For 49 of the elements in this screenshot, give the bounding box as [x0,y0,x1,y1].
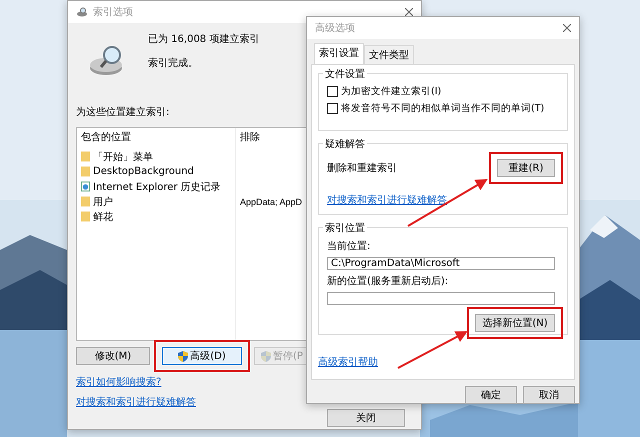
location-cell-text: 用户 [93,196,113,208]
checkbox-label: 为加密文件建立索引(I) [341,85,442,98]
rebuild-text: 删除和重建索引 [327,162,397,175]
group-title: 疑难解答 [323,137,367,151]
rebuild-button[interactable]: 重建(R) [497,159,555,177]
shield-icon [178,350,188,362]
location-cell-text: 「开始」菜单 [93,150,153,164]
help-link[interactable]: 索引如何影响搜索? [76,375,162,389]
folder-icon [81,151,90,162]
location-cell-text: 鲜花 [93,210,113,224]
dialog-button[interactable]: 确定 [465,386,517,404]
close-icon[interactable] [405,8,413,16]
folder-icon [81,211,90,222]
magnifier-drive-icon [76,7,88,17]
dialog-button[interactable]: 取消 [523,386,575,404]
new-location-field[interactable] [327,292,555,305]
location-cell: DesktopBackground [93,166,194,177]
help-link[interactable]: 高级索引帮助 [318,355,378,369]
locations-label: 为这些位置建立索引: [76,106,170,119]
close-icon[interactable] [563,24,571,32]
column-header: 排除 [240,130,260,144]
tab[interactable]: 索引设置 [314,43,364,64]
checkbox[interactable] [327,86,338,97]
exclude-cell: AppData; AppD [240,196,302,206]
dialog-button[interactable]: 高级(D) [162,347,242,365]
group-title: 文件设置 [323,67,367,81]
location-cell-text: Internet Explorer 历史记录 [93,180,221,194]
index-status-text: 索引完成。 [148,56,199,70]
field-label: 新的位置(服务重新启动后): [327,274,450,288]
folder-icon [81,196,90,207]
checkbox[interactable] [327,103,338,114]
web-page-icon [81,181,90,192]
dialog-button[interactable]: 修改(M) [76,347,150,365]
troubleshoot-link[interactable]: 对搜索和索引进行疑难解答 [327,193,447,207]
column-header: 包含的位置 [81,130,131,144]
window-title: 高级选项 [315,22,355,35]
field-label: 当前位置: [327,240,372,253]
close-button[interactable]: 关闭 [327,409,405,427]
index-count-text: 已为 16,008 项建立索引 [148,32,260,46]
current-location-field[interactable]: C:\ProgramData\Microsoft [327,257,555,270]
window-title: 索引选项 [93,6,133,19]
group-title: 索引位置 [323,221,367,235]
tab[interactable]: 文件类型 [364,45,414,64]
pointer-arrow [398,331,468,369]
checkbox-label: 将发音符号不同的相似单词当作不同的单词(T) [341,102,544,115]
shield-icon [261,350,272,362]
help-link[interactable]: 对搜索和索引进行疑难解答 [76,395,196,409]
select-location-button[interactable]: 选择新位置(N) [475,314,555,332]
folder-icon [81,166,90,177]
